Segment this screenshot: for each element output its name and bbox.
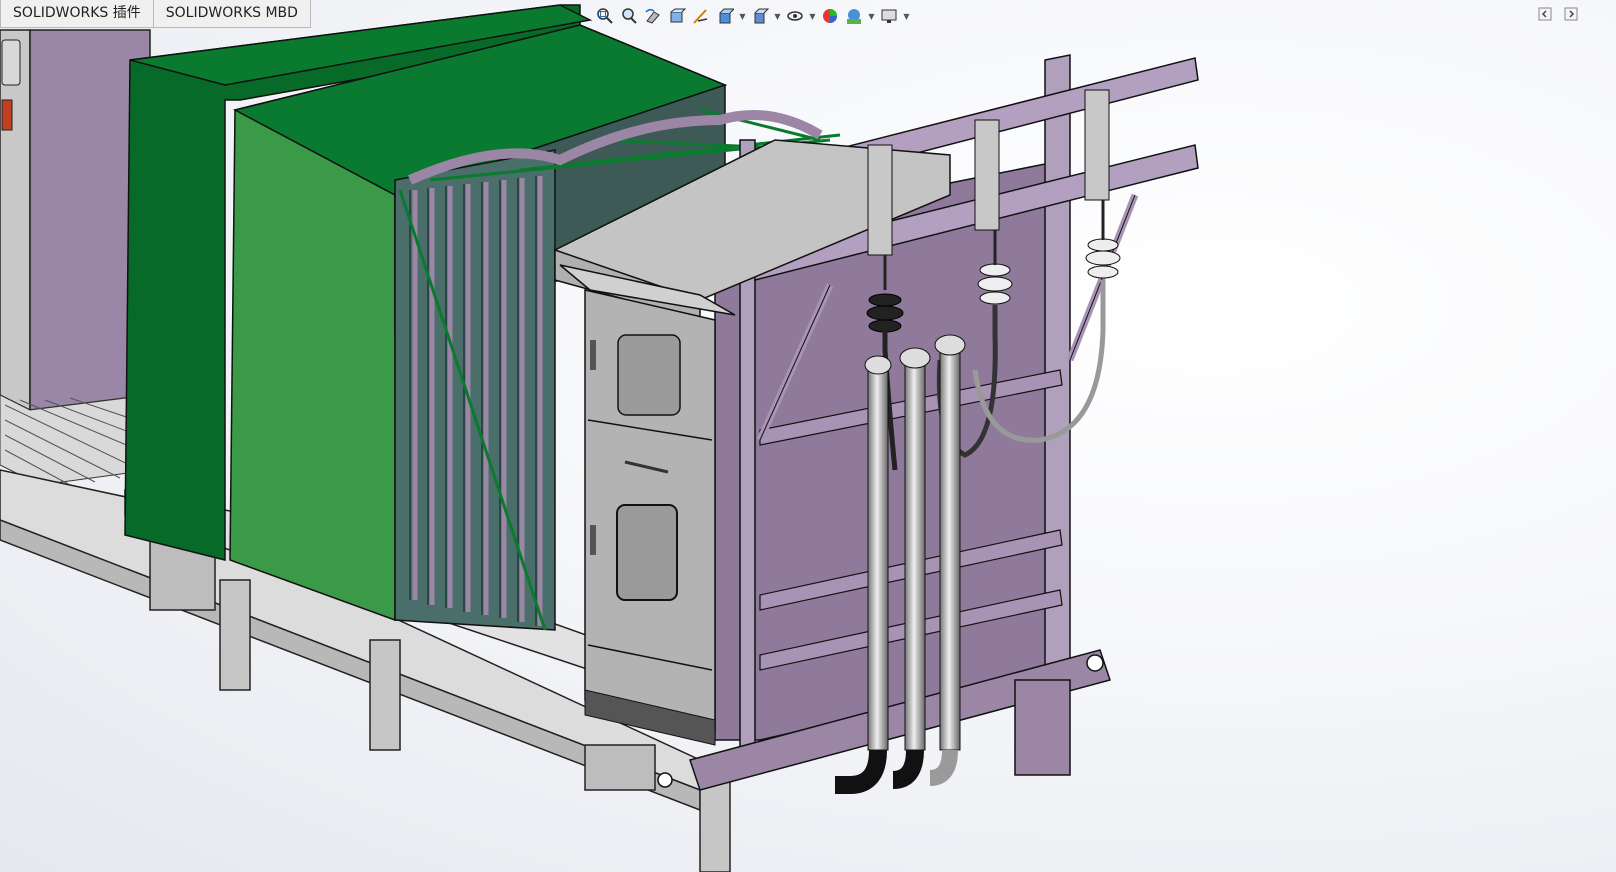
previous-view-icon[interactable] xyxy=(642,5,664,27)
display-style-icon[interactable] xyxy=(749,5,771,27)
collapse-panel-icon[interactable] xyxy=(1538,7,1552,21)
view-settings-icon[interactable] xyxy=(878,5,900,27)
chevron-down-icon[interactable]: ▼ xyxy=(902,5,911,27)
dynamic-annotation-icon[interactable] xyxy=(690,5,712,27)
section-view-icon[interactable] xyxy=(666,5,688,27)
control-box xyxy=(559,264,736,746)
command-manager-tabs: SOLIDWORKS 插件 SOLIDWORKS MBD xyxy=(0,0,311,29)
tab-solidworks-mbd[interactable]: SOLIDWORKS MBD xyxy=(153,0,311,28)
zoom-to-area-icon[interactable] xyxy=(618,5,640,27)
hide-show-items-icon[interactable] xyxy=(784,5,806,27)
apply-scene-icon[interactable] xyxy=(843,5,865,27)
view-orientation-icon[interactable] xyxy=(714,5,736,27)
chevron-down-icon[interactable]: ▼ xyxy=(773,5,782,27)
chevron-down-icon[interactable]: ▼ xyxy=(867,5,876,27)
zoom-to-fit-icon[interactable] xyxy=(594,5,616,27)
expand-panel-icon[interactable] xyxy=(1564,7,1578,21)
task-pane-controls xyxy=(1538,7,1578,21)
edit-appearance-icon[interactable] xyxy=(819,5,841,27)
graphics-viewport[interactable]: SOLIDWORKS 插件 SOLIDWORKS MBD ▼ ▼ ▼ ▼ ▼ xyxy=(0,0,1616,872)
heads-up-view-toolbar: ▼ ▼ ▼ ▼ ▼ xyxy=(594,4,911,28)
chevron-down-icon[interactable]: ▼ xyxy=(808,5,817,27)
tab-solidworks-addins[interactable]: SOLIDWORKS 插件 xyxy=(0,0,154,28)
chevron-down-icon[interactable]: ▼ xyxy=(738,5,747,27)
assembly-3d-model[interactable] xyxy=(0,0,1616,872)
